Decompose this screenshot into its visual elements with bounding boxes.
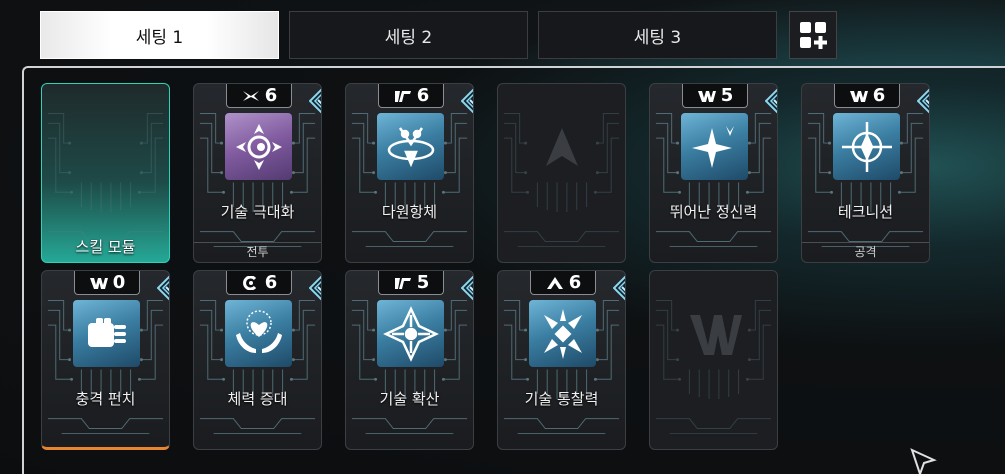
upgrade-badge-icon (765, 88, 777, 114)
chevron-arrow-icon (546, 128, 578, 166)
module-level: 6 (416, 85, 430, 106)
skill-icon-box (833, 113, 900, 180)
module-level: 6 (264, 272, 278, 293)
diamond-cross-icon (382, 305, 439, 362)
skill-name: 기술 극대화 (220, 203, 295, 221)
mw-mark-icon (849, 90, 868, 102)
upgrade-badge-icon (309, 88, 321, 114)
sparkle-star-icon (691, 125, 734, 168)
preset-tabs: 세팅 1 세팅 2 세팅 3 (40, 11, 777, 59)
module-level: 6 (872, 85, 886, 106)
caret-mark-icon (546, 276, 563, 289)
skill-name: 체력 증대 (227, 390, 288, 408)
mouse-cursor-icon (910, 448, 937, 474)
c-mark-icon (242, 275, 256, 290)
slash-marks-icon (394, 277, 411, 289)
upgrade-badge-icon (613, 275, 625, 301)
module-level-tag: 5 (378, 271, 444, 295)
mw-mark-icon (89, 277, 108, 289)
skill-module-card[interactable]: 6 체력 증대 (193, 270, 322, 450)
skill-name: 기술 통찰력 (524, 390, 599, 408)
module-slot-empty[interactable] (649, 270, 778, 450)
tab-setting-3[interactable]: 세팅 3 (538, 11, 777, 59)
upgrade-badge-icon (461, 88, 473, 114)
skill-name: 뛰어난 정신력 (669, 203, 758, 221)
skill-module-card[interactable]: 6 다원항체 (345, 83, 474, 263)
skill-icon-box (225, 300, 292, 367)
module-level-tag: 5 (682, 84, 748, 108)
skill-module-card[interactable]: 5 기술 확산 (345, 270, 474, 450)
module-level: 5 (416, 272, 430, 293)
x-burst-icon (543, 308, 582, 359)
module-level: 6 (568, 272, 582, 293)
upgrade-badge-icon (309, 275, 321, 301)
skill-module-label: 스킬 모듈 (75, 238, 136, 256)
module-level-tag: 0 (74, 271, 140, 295)
eye-spiral-icon (235, 123, 282, 170)
skill-module-card[interactable]: 6 테크니션공격 (801, 83, 930, 263)
skill-category: 공격 (802, 242, 929, 262)
module-level-tag: 6 (226, 271, 292, 295)
fist-icon (87, 317, 126, 347)
module-level-tag: 6 (834, 84, 900, 108)
module-slot-empty[interactable] (497, 83, 626, 263)
star-burst-icon (242, 90, 259, 101)
skill-name: 기술 확산 (379, 390, 440, 408)
compass-icon (841, 121, 892, 172)
skill-icon-box (377, 113, 444, 180)
tab-setting-2[interactable]: 세팅 2 (289, 11, 528, 59)
skill-module-card[interactable]: 5 뛰어난 정신력 (649, 83, 778, 263)
module-level: 5 (720, 85, 734, 106)
mw-mark-icon (697, 90, 716, 102)
skill-module-card[interactable]: 0 충격 펀치 (41, 270, 170, 450)
skill-name: 테크니션 (837, 203, 894, 221)
module-level-tag: 6 (378, 84, 444, 108)
upgrade-badge-icon (157, 275, 169, 301)
skill-icon-box (225, 113, 292, 180)
heart-hands-icon (235, 309, 282, 353)
skill-icon-box (73, 300, 140, 367)
skill-module-card[interactable]: 6 기술 극대화전투 (193, 83, 322, 263)
module-level: 0 (112, 272, 126, 293)
skill-name: 다원항체 (381, 203, 438, 221)
add-preset-button[interactable] (789, 11, 837, 59)
module-level-tag: 6 (226, 84, 292, 108)
skill-icon-box (681, 113, 748, 180)
skill-name: 충격 펀치 (75, 390, 136, 408)
tab-setting-1[interactable]: 세팅 1 (40, 11, 279, 59)
skill-category: 전투 (194, 242, 321, 262)
module-level: 6 (264, 85, 278, 106)
upgrade-badge-icon (461, 275, 473, 301)
skill-icon-box (529, 300, 596, 367)
slash-marks-icon (394, 90, 411, 102)
tri-shield-icon (387, 126, 434, 167)
module-level-tag: 6 (530, 271, 596, 295)
grid-plus-icon (800, 22, 827, 49)
upgrade-badge-icon (917, 88, 929, 114)
module-slot-empty-selected[interactable]: 스킬 모듈 (41, 83, 170, 263)
skill-module-card[interactable]: 6 기술 통찰력 (497, 270, 626, 450)
mw-mark-icon (690, 315, 742, 355)
skill-icon-box (377, 300, 444, 367)
